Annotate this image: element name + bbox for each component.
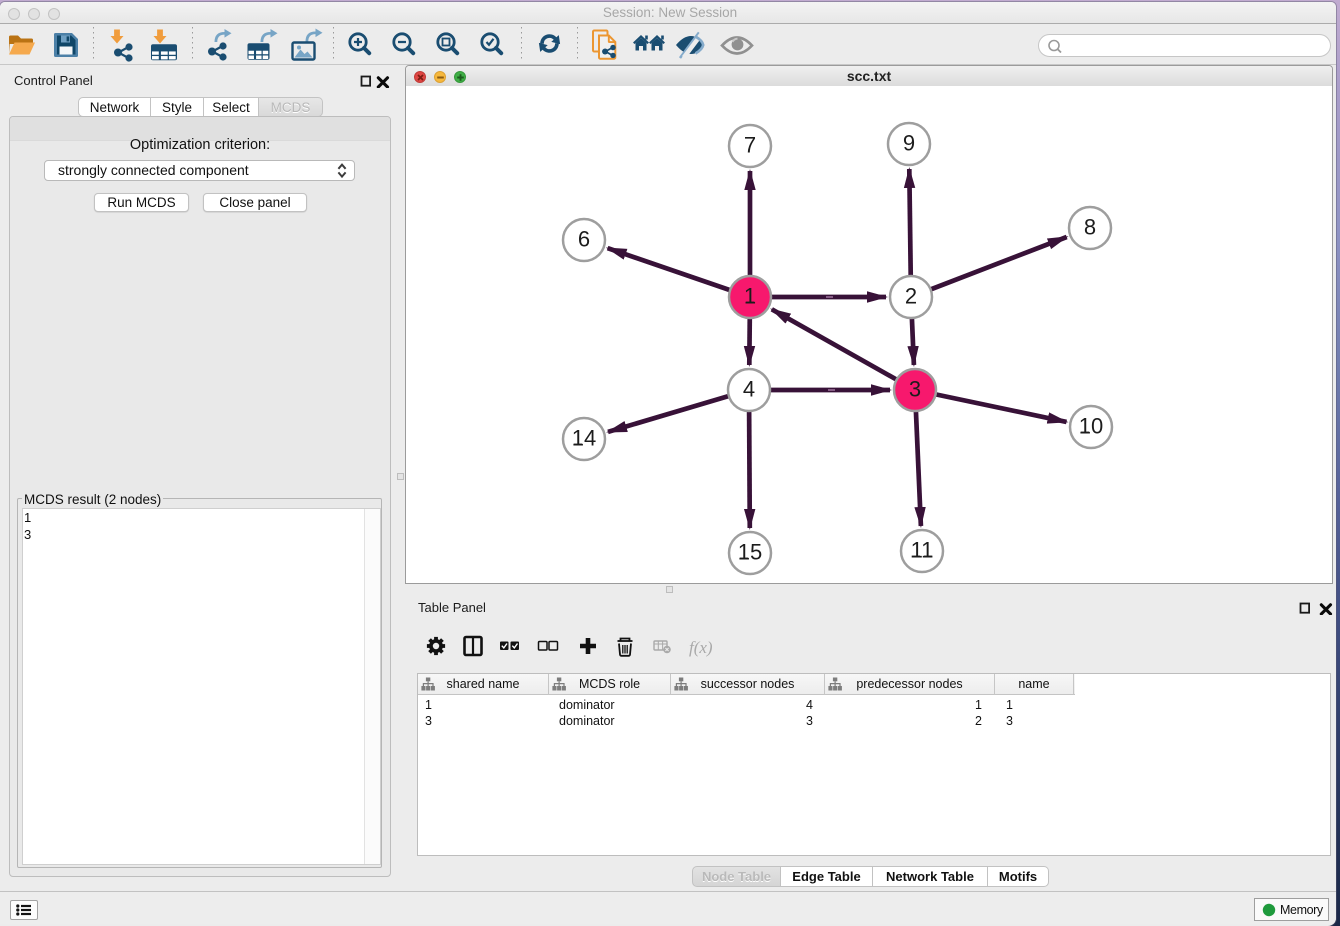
svg-text:6: 6 — [578, 227, 590, 252]
svg-text:9: 9 — [903, 131, 915, 156]
svg-text:f(x): f(x) — [689, 638, 713, 657]
svg-text:10: 10 — [1079, 414, 1103, 439]
svg-text:1: 1 — [744, 284, 756, 309]
svg-text:11: 11 — [911, 538, 934, 563]
svg-text:14: 14 — [572, 426, 596, 451]
svg-text:8: 8 — [1084, 215, 1096, 240]
svg-text:4: 4 — [743, 377, 755, 402]
svg-text:7: 7 — [744, 133, 756, 158]
svg-text:3: 3 — [909, 377, 921, 402]
svg-text:2: 2 — [905, 284, 917, 309]
svg-text:15: 15 — [738, 540, 762, 565]
